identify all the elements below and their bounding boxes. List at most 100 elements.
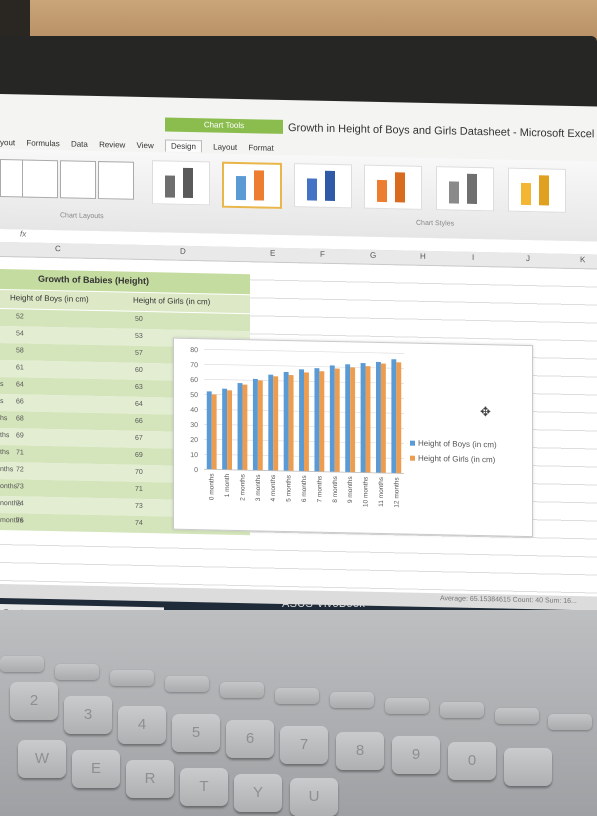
tab-format[interactable]: Format [248, 143, 273, 153]
function-key[interactable] [440, 702, 484, 718]
function-key[interactable] [495, 708, 539, 724]
x-tick-label: 1 month [224, 473, 231, 497]
key-9[interactable]: 9 [392, 736, 440, 774]
cell-boys-height[interactable]: 54 [16, 330, 24, 337]
key-e[interactable]: E [72, 750, 120, 788]
cell-girls-height[interactable]: 73 [135, 503, 143, 510]
cell-girls-height[interactable]: 69 [135, 452, 143, 459]
function-key[interactable] [330, 692, 374, 708]
tab-review[interactable]: Review [99, 140, 125, 150]
cell-boys-height[interactable]: 52 [16, 313, 24, 320]
cell-girls-height[interactable]: 50 [135, 316, 143, 323]
key-w[interactable]: W [18, 740, 66, 778]
cell-girls-height[interactable]: 60 [135, 367, 143, 374]
cell-girls-height[interactable]: 70 [135, 469, 143, 476]
tab-formulas[interactable]: Formulas [26, 139, 59, 149]
column-header[interactable]: C [55, 244, 61, 253]
cell-girls-height[interactable]: 66 [135, 418, 143, 425]
cell-boys-height[interactable]: 68 [16, 415, 24, 422]
row-label: s [0, 381, 4, 389]
key-8[interactable]: 8 [336, 732, 384, 770]
tab-chart-layout[interactable]: Layout [213, 142, 237, 152]
key-3[interactable]: 3 [64, 696, 112, 734]
chart-style-thumb[interactable] [294, 163, 352, 209]
chart-style-thumb[interactable] [436, 166, 494, 212]
chart-style-thumb[interactable] [508, 167, 566, 213]
column-header[interactable]: I [472, 253, 474, 262]
column-chart: 0 10 20 30 40 50 60 70 80 0 months 1 month 2 months… [190, 347, 404, 508]
function-key[interactable] [110, 670, 154, 686]
tab-design[interactable]: Design [164, 139, 202, 153]
bar-girls [396, 362, 402, 474]
key-y[interactable]: Y [234, 774, 282, 812]
bar-boys [314, 368, 320, 472]
column-header[interactable]: E [270, 249, 275, 258]
chart-style-thumb[interactable] [364, 164, 422, 210]
function-key[interactable] [0, 656, 44, 672]
chart-area[interactable]: 0 10 20 30 40 50 60 70 80 0 months 1 month 2 months… [173, 337, 533, 538]
table-body: 52 50 54 53 58 57 61 60 s 64 63 s 66 64 hs 68 66 ths 69 67 t… [0, 94, 597, 536]
column-header[interactable]: G [370, 251, 376, 260]
gridline [204, 348, 404, 354]
x-tick-label: 8 months [332, 475, 339, 503]
row-label: onths [0, 483, 18, 491]
cell-boys-height[interactable]: 73 [16, 483, 24, 490]
function-key[interactable] [220, 682, 264, 698]
key-t[interactable]: T [180, 768, 228, 806]
tab-view[interactable]: View [137, 141, 154, 150]
chart-layout-thumb[interactable] [60, 160, 96, 200]
function-key[interactable] [548, 714, 592, 730]
chart-style-thumb-selected[interactable] [222, 161, 282, 209]
cell-boys-height[interactable]: 64 [16, 381, 24, 388]
cell-girls-height[interactable]: 63 [135, 384, 143, 391]
laptop-brand-logo: ASUS VivoBook [282, 598, 366, 610]
column-header[interactable]: F [320, 250, 325, 259]
cell-boys-height[interactable]: 72 [16, 466, 24, 473]
cell-boys-height[interactable]: 61 [16, 364, 24, 371]
chart-tools-context-tab[interactable]: Chart Tools [165, 117, 283, 134]
column-header[interactable]: H [420, 252, 426, 261]
cell-boys-height[interactable]: 76 [16, 517, 24, 524]
key-2[interactable]: 2 [10, 682, 58, 720]
cell-girls-height[interactable]: 71 [135, 486, 143, 493]
function-key[interactable] [55, 664, 99, 680]
key-5[interactable]: 5 [172, 714, 220, 752]
key-0[interactable]: 0 [448, 742, 496, 780]
cell-boys-height[interactable]: 74 [16, 500, 24, 507]
chart-layout-thumb[interactable] [98, 161, 134, 200]
x-tick-label: 6 months [301, 475, 308, 503]
cell-boys-height[interactable]: 71 [16, 449, 24, 456]
cell-boys-height[interactable]: 69 [16, 432, 24, 439]
function-key[interactable] [385, 698, 429, 714]
key-6[interactable]: 6 [226, 720, 274, 758]
bar-boys [391, 359, 397, 474]
column-header[interactable]: K [580, 255, 585, 264]
row-label: ths [0, 449, 10, 457]
bar-boys [252, 378, 258, 471]
cell-boys-height[interactable]: 66 [16, 398, 24, 405]
cell-boys-height[interactable]: 58 [16, 347, 24, 354]
key-7[interactable]: 7 [280, 726, 328, 764]
cell-girls-height[interactable]: 64 [135, 401, 143, 408]
tab-data[interactable]: Data [71, 139, 88, 148]
function-key[interactable] [165, 676, 209, 692]
function-key[interactable] [275, 688, 319, 704]
column-header[interactable]: D [180, 247, 186, 256]
key-minus[interactable] [504, 748, 552, 786]
x-tick-label: 0 months [209, 473, 216, 501]
chart-style-thumb[interactable] [152, 160, 210, 206]
cell-girls-height[interactable]: 57 [135, 350, 143, 357]
laptop-bezel: Chart Tools Growth in Height of Boys and… [0, 36, 597, 637]
key-u[interactable]: U [290, 778, 338, 816]
key-r[interactable]: R [126, 760, 174, 798]
cell-girls-height[interactable]: 74 [135, 520, 143, 527]
key-4[interactable]: 4 [118, 706, 166, 744]
cell-girls-height[interactable]: 67 [135, 435, 143, 442]
column-header[interactable]: J [526, 254, 530, 263]
ribbon: Chart Layouts Chart Styles [0, 149, 597, 243]
tab-layout-partial[interactable]: yout [0, 138, 15, 147]
x-tick-label: 10 months [363, 476, 370, 507]
chart-legend: Height of Boys (in cm) Height of Girls (… [410, 439, 497, 471]
cell-girls-height[interactable]: 53 [135, 333, 143, 340]
chart-layout-thumb[interactable] [22, 159, 58, 199]
